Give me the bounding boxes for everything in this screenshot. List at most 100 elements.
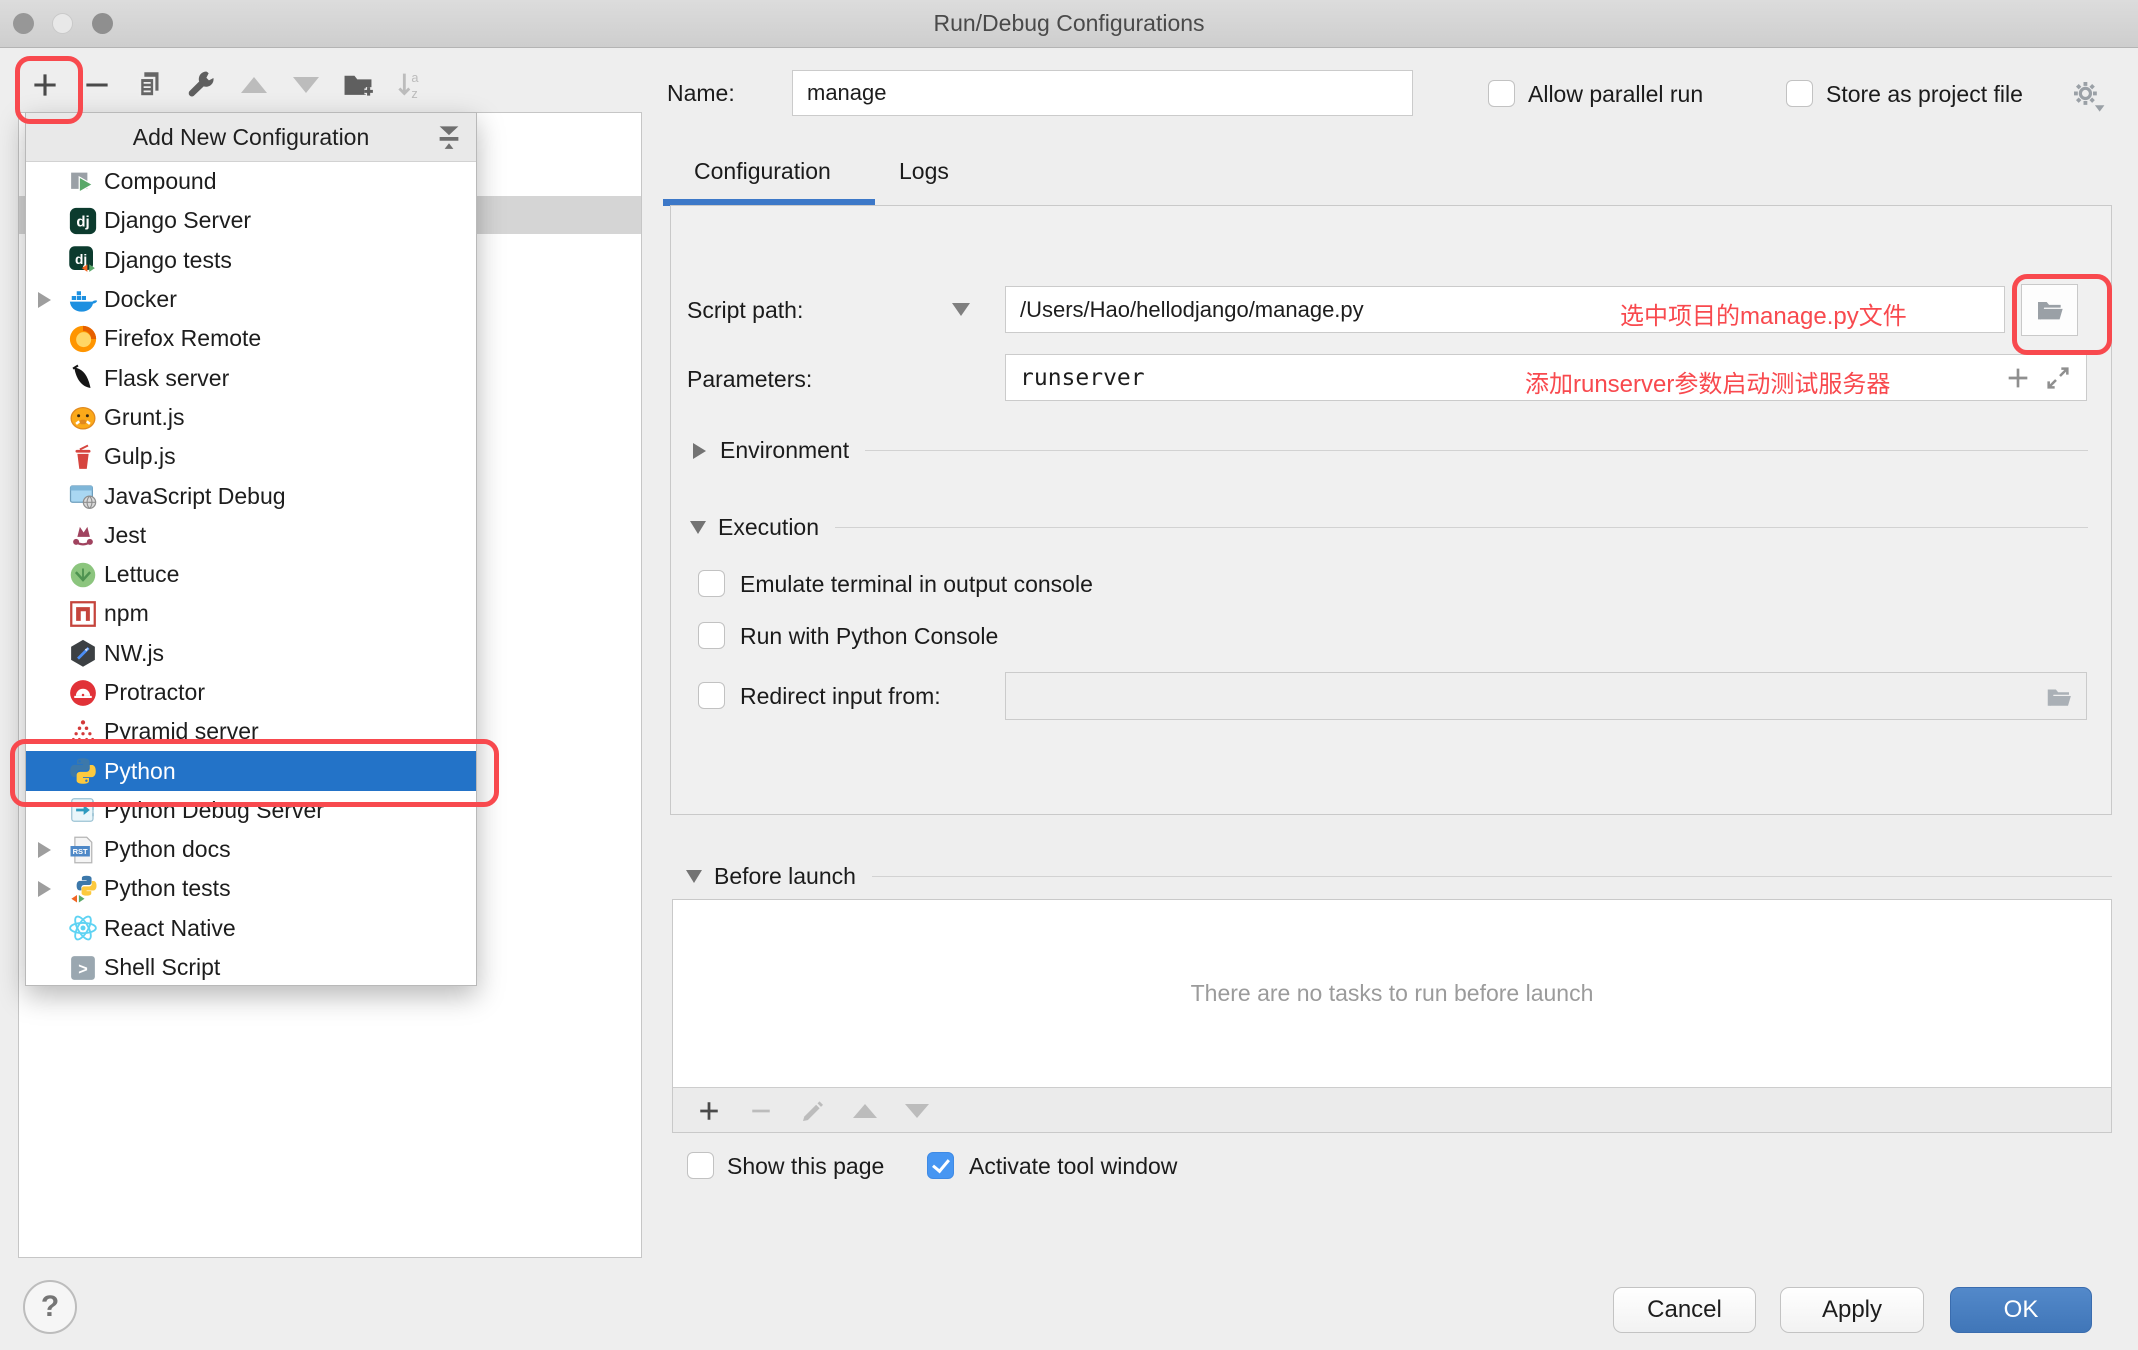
expand-arrow-icon[interactable] (38, 881, 51, 897)
edit-defaults-button[interactable] (179, 62, 225, 108)
store-settings-gear-icon[interactable] (2068, 76, 2106, 114)
name-label: Name: (667, 80, 735, 107)
move-task-down-button[interactable] (899, 1093, 935, 1129)
edit-task-button[interactable] (795, 1093, 831, 1129)
remove-configuration-button[interactable] (74, 62, 120, 108)
list-item-label: JavaScript Debug (104, 483, 286, 510)
list-item-label: Flask server (104, 365, 229, 392)
list-item-javascript-debug[interactable]: JavaScript Debug (26, 476, 476, 515)
list-item-firefox-remote[interactable]: Firefox Remote (26, 319, 476, 358)
add-icon (28, 68, 62, 102)
ok-button[interactable]: OK (1950, 1287, 2092, 1333)
list-item-django-tests[interactable]: djDjango tests (26, 241, 476, 280)
execution-section-header[interactable]: Execution (690, 514, 2088, 541)
list-item-python-docs[interactable]: RSTPython docs (26, 830, 476, 869)
list-item-python-tests[interactable]: Python tests (26, 869, 476, 908)
allow-parallel-run-checkbox[interactable] (1488, 80, 1515, 107)
list-item-jest[interactable]: Jest (26, 516, 476, 555)
expanded-arrow-icon (690, 521, 706, 534)
tab-logs[interactable]: Logs (899, 158, 949, 185)
list-item-shell-script[interactable]: >Shell Script (26, 948, 476, 987)
apply-button[interactable]: Apply (1780, 1287, 1924, 1333)
move-up-button[interactable] (231, 62, 277, 108)
list-item-flask-server[interactable]: Flask server (26, 358, 476, 397)
name-input[interactable]: manage (792, 70, 1413, 116)
expand-arrow-icon[interactable] (38, 842, 51, 858)
redirect-input-checkbox[interactable] (698, 682, 725, 709)
script-path-annotation: 选中项目的manage.py文件 (1620, 296, 1907, 331)
script-path-browse-button[interactable] (2021, 284, 2078, 336)
run-debug-configurations-dialog: Run/Debug Configurations az Add New Conf… (0, 0, 2138, 1350)
popup-header: Add New Configuration (26, 113, 476, 162)
add-new-configuration-popup: Add New Configuration Compound dj Django S… (25, 112, 477, 986)
sort-configurations-button[interactable]: az (387, 62, 433, 108)
list-item-compound[interactable]: Compound (26, 162, 476, 201)
list-item-label: Django Server (104, 207, 251, 234)
copy-configuration-button[interactable] (127, 62, 173, 108)
collapse-filter-icon[interactable] (434, 122, 464, 152)
move-down-icon (293, 77, 319, 93)
python-icon (68, 756, 98, 786)
django-server-icon: dj (68, 206, 98, 236)
list-item-label: Lettuce (104, 561, 179, 588)
activate-tool-window-checkbox[interactable] (927, 1152, 954, 1179)
list-item-gulp-js[interactable]: Gulp.js (26, 437, 476, 476)
parameters-expand-icon[interactable] (2042, 362, 2074, 394)
parameters-value: runserver (1020, 365, 1145, 391)
remove-task-button[interactable] (743, 1093, 779, 1129)
list-item-react-native[interactable]: React Native (26, 909, 476, 948)
list-item-label: NW.js (104, 640, 164, 667)
task-list-toolbar (673, 1087, 2111, 1132)
tab-configuration[interactable]: Configuration (694, 158, 831, 185)
help-button[interactable]: ? (23, 1280, 77, 1334)
list-item-npm[interactable]: npm (26, 594, 476, 633)
parameters-add-icon[interactable] (2002, 362, 2034, 394)
redirect-input-field[interactable] (1005, 672, 2087, 720)
question-mark-icon: ? (41, 1290, 59, 1324)
script-path-dropdown-icon[interactable] (952, 303, 970, 316)
list-item-pyramid-server[interactable]: Pyramid server (26, 712, 476, 751)
add-configuration-button[interactable] (22, 62, 68, 108)
move-up-icon (853, 1104, 877, 1118)
list-item-protractor[interactable]: Protractor (26, 673, 476, 712)
move-down-button[interactable] (283, 62, 329, 108)
gulp-icon (68, 442, 98, 472)
move-up-icon (241, 77, 267, 93)
python-debug-server-icon (68, 795, 98, 825)
expand-arrow-icon[interactable] (38, 292, 51, 308)
emulate-terminal-checkbox[interactable] (698, 570, 725, 597)
list-item-lettuce[interactable]: Lettuce (26, 555, 476, 594)
compound-icon (68, 167, 98, 197)
list-item-django-server[interactable]: dj Django Server (26, 201, 476, 240)
list-item-python-debug-server[interactable]: Python Debug Server (26, 791, 476, 830)
list-item-label: Protractor (104, 679, 205, 706)
run-with-python-console-checkbox[interactable] (698, 622, 725, 649)
list-item-label: Python (104, 758, 176, 785)
create-folder-button[interactable] (335, 62, 381, 108)
add-task-button[interactable] (691, 1093, 727, 1129)
environment-section-header[interactable]: Environment (693, 437, 2088, 464)
open-folder-icon (2034, 294, 2066, 326)
jest-icon (68, 520, 98, 550)
list-item-label: Shell Script (104, 954, 220, 981)
remove-icon (746, 1096, 776, 1126)
activate-tool-window-label: Activate tool window (969, 1153, 1177, 1180)
remove-icon (80, 68, 114, 102)
parameters-label: Parameters: (687, 366, 812, 393)
list-item-docker[interactable]: Docker (26, 280, 476, 319)
list-item-label: Pyramid server (104, 718, 259, 745)
store-as-project-file-checkbox[interactable] (1786, 80, 1813, 107)
dialog-title: Run/Debug Configurations (0, 0, 2138, 47)
svg-text:dj: dj (76, 214, 89, 231)
list-item-nw-js[interactable]: NW.js (26, 634, 476, 673)
redirect-input-label: Redirect input from: (740, 683, 941, 710)
list-item-python[interactable]: Python (26, 751, 476, 790)
protractor-icon (68, 678, 98, 708)
collapsed-arrow-icon (693, 443, 706, 459)
cancel-button[interactable]: Cancel (1613, 1287, 1756, 1333)
allow-parallel-run-label: Allow parallel run (1528, 81, 1703, 108)
show-this-page-checkbox[interactable] (687, 1152, 714, 1179)
before-launch-section-header[interactable]: Before launch (686, 863, 2112, 890)
move-task-up-button[interactable] (847, 1093, 883, 1129)
list-item-grunt-js[interactable]: Grunt.js (26, 398, 476, 437)
